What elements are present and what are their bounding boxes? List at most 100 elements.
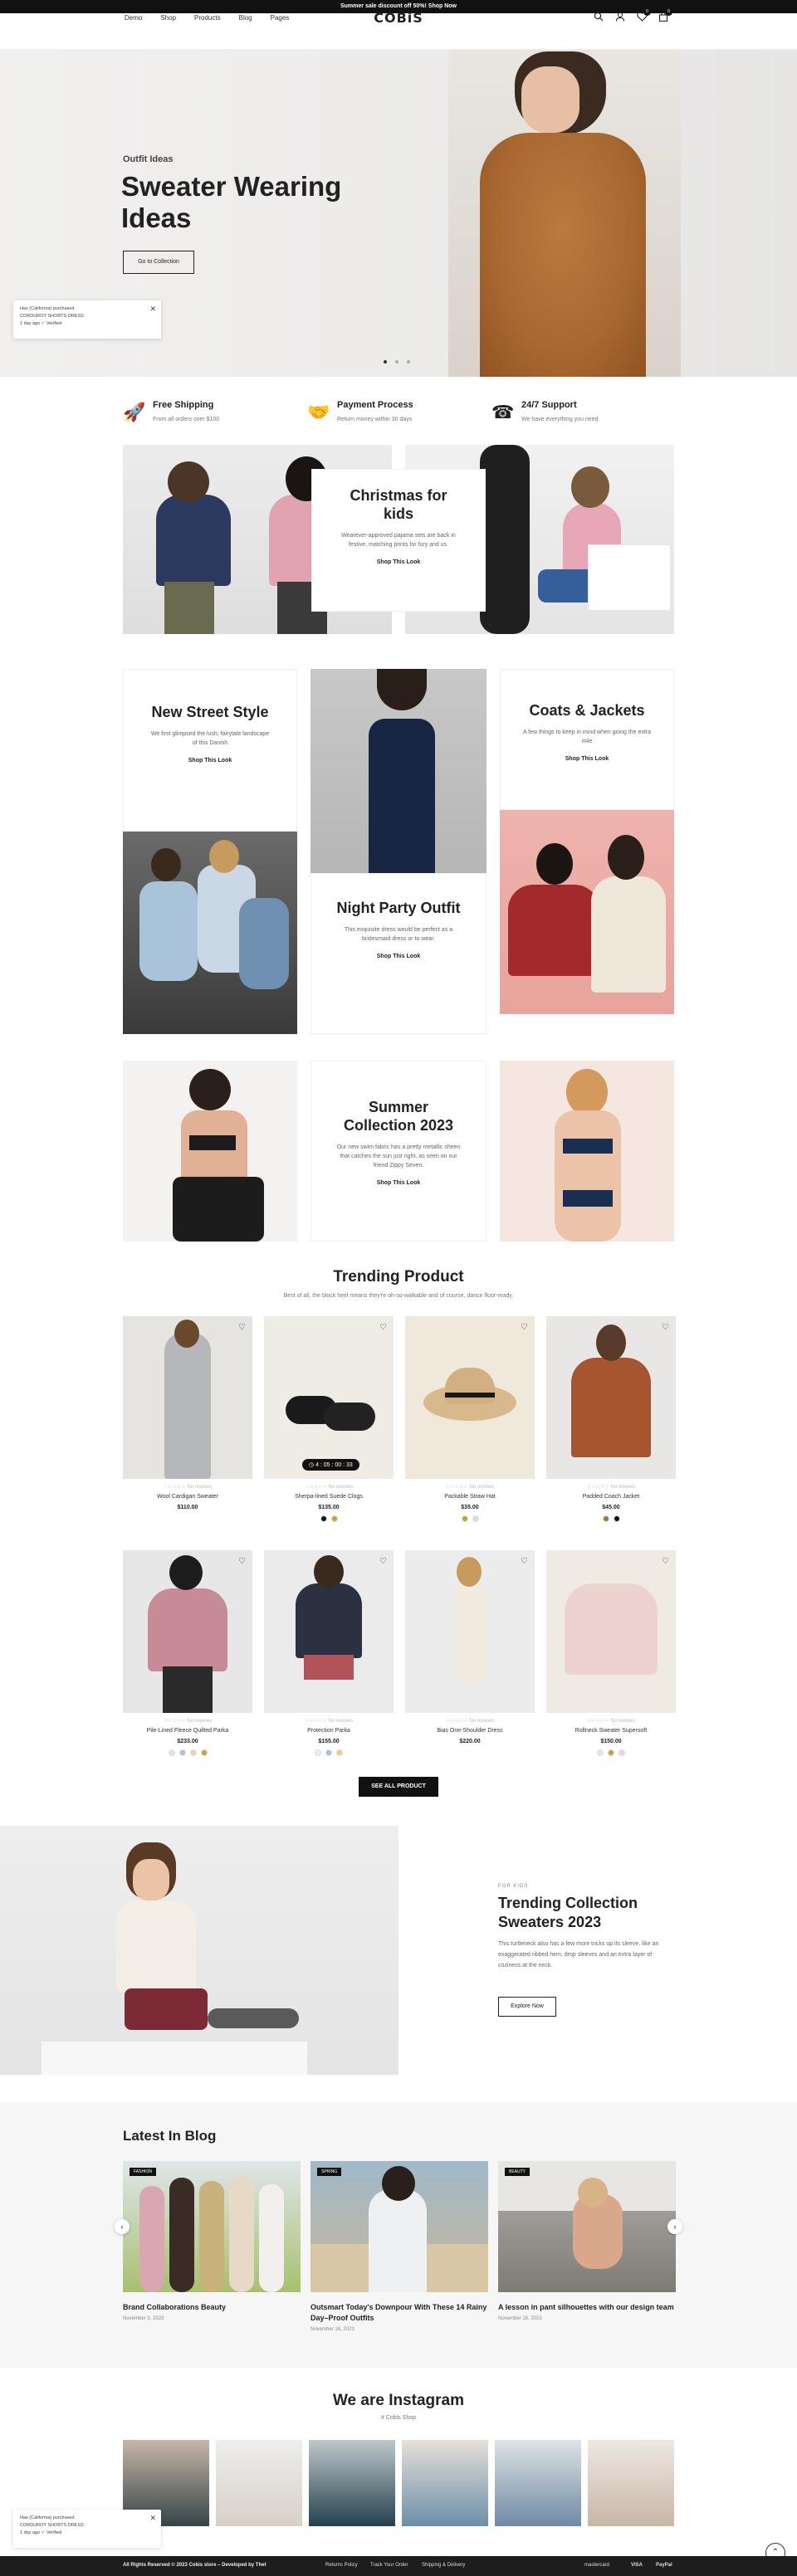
- close-icon[interactable]: ✕: [149, 2515, 156, 2522]
- product-card[interactable]: ♡ ☆☆☆☆☆ No reviews Bias One-Shoulder Dre…: [405, 1550, 535, 1744]
- blog-post-title[interactable]: Outsmart Today's Downpour With These 14 …: [310, 2302, 488, 2324]
- color-swatch[interactable]: [178, 1749, 186, 1756]
- color-swatch[interactable]: [189, 1749, 197, 1756]
- heart-icon[interactable]: ♡: [521, 1557, 528, 1566]
- product-card[interactable]: ♡ ☆☆☆☆☆ No reviews Padded Coach Jacket $…: [546, 1316, 676, 1522]
- heart-icon[interactable]: ♡: [379, 1557, 387, 1566]
- chevron-right-icon[interactable]: ›: [667, 2219, 682, 2234]
- chevron-left-icon[interactable]: ‹: [115, 2219, 130, 2234]
- toast-product[interactable]: CORDUROY SHORTS DRESS: [20, 2522, 154, 2530]
- product-name[interactable]: Pile-Lined Fleece Quilted Parka: [123, 1728, 252, 1734]
- color-swatch[interactable]: [320, 1515, 327, 1522]
- product-name[interactable]: Sherpa-lined Suede Clogs: [264, 1494, 394, 1500]
- product-name[interactable]: Rollneck Sweater Supersoft: [546, 1728, 676, 1734]
- blog-post-title[interactable]: Brand Collaborations Beauty: [123, 2302, 301, 2313]
- heart-icon[interactable]: ♡: [662, 1557, 669, 1566]
- color-swatch[interactable]: [200, 1749, 208, 1756]
- summer-image-left[interactable]: [123, 1061, 297, 1242]
- color-swatch[interactable]: [325, 1749, 332, 1756]
- color-swatch[interactable]: [315, 1749, 321, 1756]
- color-swatch[interactable]: [330, 1515, 338, 1522]
- product-card[interactable]: ♡ ☆☆☆☆☆ No reviews Packable Straw Hat $3…: [405, 1316, 535, 1522]
- explore-now-button[interactable]: Explore Now: [498, 1997, 556, 2017]
- product-name[interactable]: Protection Parka: [264, 1728, 394, 1734]
- heart-icon[interactable]: ♡: [238, 1323, 246, 1332]
- close-icon[interactable]: ✕: [149, 305, 156, 313]
- heart-icon[interactable]: ♡: [521, 1323, 528, 1332]
- nav-pages[interactable]: Pages: [271, 14, 290, 22]
- slider-dot[interactable]: [395, 360, 398, 363]
- footer-link[interactable]: Track Your Order: [370, 2563, 408, 2568]
- blog-tag[interactable]: BEAUTY: [505, 2168, 531, 2176]
- search-icon[interactable]: [593, 12, 604, 23]
- user-icon[interactable]: [614, 12, 626, 23]
- nav-products[interactable]: Products: [194, 14, 221, 22]
- toast-product[interactable]: CORDUROY SHORTS DRESS: [20, 313, 154, 320]
- color-swatch[interactable]: [619, 1749, 625, 1756]
- heart-icon[interactable]: ♡: [238, 1557, 246, 1566]
- summer-shop-link[interactable]: Shop This Look: [333, 1180, 464, 1186]
- street-shop-link[interactable]: Shop This Look: [149, 758, 271, 764]
- product-name[interactable]: Packable Straw Hat: [405, 1494, 535, 1500]
- blog-post-title[interactable]: A lesson in pant silhouettes with our de…: [498, 2302, 676, 2313]
- product-image[interactable]: ♡: [123, 1316, 252, 1479]
- summer-image-right[interactable]: [500, 1061, 674, 1242]
- color-swatch[interactable]: [608, 1749, 614, 1756]
- product-image[interactable]: ♡: [546, 1316, 676, 1479]
- product-card[interactable]: ♡ ☆☆☆☆☆ No reviews Rollneck Sweater Supe…: [546, 1550, 676, 1756]
- color-swatch[interactable]: [168, 1749, 175, 1756]
- party-shop-link[interactable]: Shop This Look: [333, 954, 464, 959]
- slider-dot[interactable]: [407, 360, 410, 363]
- product-image[interactable]: ♡: [405, 1550, 535, 1713]
- collection-image[interactable]: [0, 1826, 398, 2075]
- color-swatch[interactable]: [602, 1515, 609, 1522]
- product-card[interactable]: ♡ ☆☆☆☆☆ No reviews Protection Parka $155…: [264, 1550, 394, 1756]
- blog-image[interactable]: FASHION: [123, 2161, 301, 2292]
- color-swatch[interactable]: [613, 1515, 620, 1522]
- product-card[interactable]: ♡ ◷ 4 : 05 : 00 : 33 ☆☆☆☆☆ No reviews Sh…: [264, 1316, 394, 1522]
- coats-shop-link[interactable]: Shop This Look: [522, 756, 652, 762]
- nav-demo[interactable]: Demo: [125, 14, 142, 22]
- blog-post[interactable]: SPRING Outsmart Today's Downpour With Th…: [310, 2161, 488, 2332]
- instagram-photo[interactable]: [495, 2440, 581, 2526]
- blog-post[interactable]: BEAUTY A lesson in pant silhouettes with…: [498, 2161, 676, 2321]
- instagram-photo[interactable]: [216, 2440, 302, 2526]
- product-name[interactable]: Wool Cardigan Sweater: [123, 1494, 252, 1500]
- instagram-photo[interactable]: [309, 2440, 395, 2526]
- kids-shop-link[interactable]: Shop This Look: [335, 559, 462, 565]
- wishlist-icon[interactable]: 0: [636, 8, 651, 23]
- footer-link[interactable]: Returns Policy: [325, 2563, 358, 2568]
- site-logo[interactable]: COBiS: [365, 10, 432, 26]
- hero-cta-button[interactable]: Go to Collection: [123, 251, 194, 274]
- product-image[interactable]: ♡: [546, 1550, 676, 1713]
- product-card[interactable]: ♡ ☆☆☆☆☆ No reviews Pile-Lined Fleece Qui…: [123, 1550, 252, 1756]
- blog-post[interactable]: FASHION Brand Collaborations Beauty Nove…: [123, 2161, 301, 2321]
- color-swatch[interactable]: [597, 1749, 604, 1756]
- product-image[interactable]: ♡: [405, 1316, 535, 1479]
- heart-icon[interactable]: ♡: [662, 1323, 669, 1332]
- street-style-image[interactable]: [123, 832, 297, 1034]
- night-party-image[interactable]: [310, 669, 487, 873]
- product-image[interactable]: ♡: [123, 1550, 252, 1713]
- instagram-photo[interactable]: [588, 2440, 674, 2526]
- color-swatch[interactable]: [336, 1749, 343, 1756]
- color-swatch[interactable]: [461, 1515, 468, 1522]
- cart-icon[interactable]: 0: [658, 8, 672, 23]
- instagram-photo[interactable]: [402, 2440, 488, 2526]
- heart-icon[interactable]: ♡: [379, 1323, 387, 1332]
- blog-tag[interactable]: FASHION: [130, 2168, 156, 2176]
- product-image[interactable]: ♡ ◷ 4 : 05 : 00 : 33: [264, 1316, 394, 1479]
- product-name[interactable]: Bias One-Shoulder Dress: [405, 1728, 535, 1734]
- blog-image[interactable]: SPRING: [310, 2161, 488, 2292]
- product-card[interactable]: ♡ ☆☆☆☆☆ No reviews Wool Cardigan Sweater…: [123, 1316, 252, 1510]
- nav-blog[interactable]: Blog: [239, 14, 252, 22]
- coats-image[interactable]: [500, 810, 674, 1014]
- blog-image[interactable]: BEAUTY: [498, 2161, 676, 2292]
- product-image[interactable]: ♡: [264, 1550, 394, 1713]
- blog-tag[interactable]: SPRING: [317, 2168, 342, 2176]
- see-all-products-button[interactable]: SEE ALL PRODUCT: [359, 1777, 438, 1797]
- nav-shop[interactable]: Shop: [160, 14, 176, 22]
- footer-link[interactable]: Shipping & Delivery: [422, 2563, 465, 2568]
- slider-dot[interactable]: [384, 360, 387, 363]
- color-swatch[interactable]: [472, 1515, 479, 1522]
